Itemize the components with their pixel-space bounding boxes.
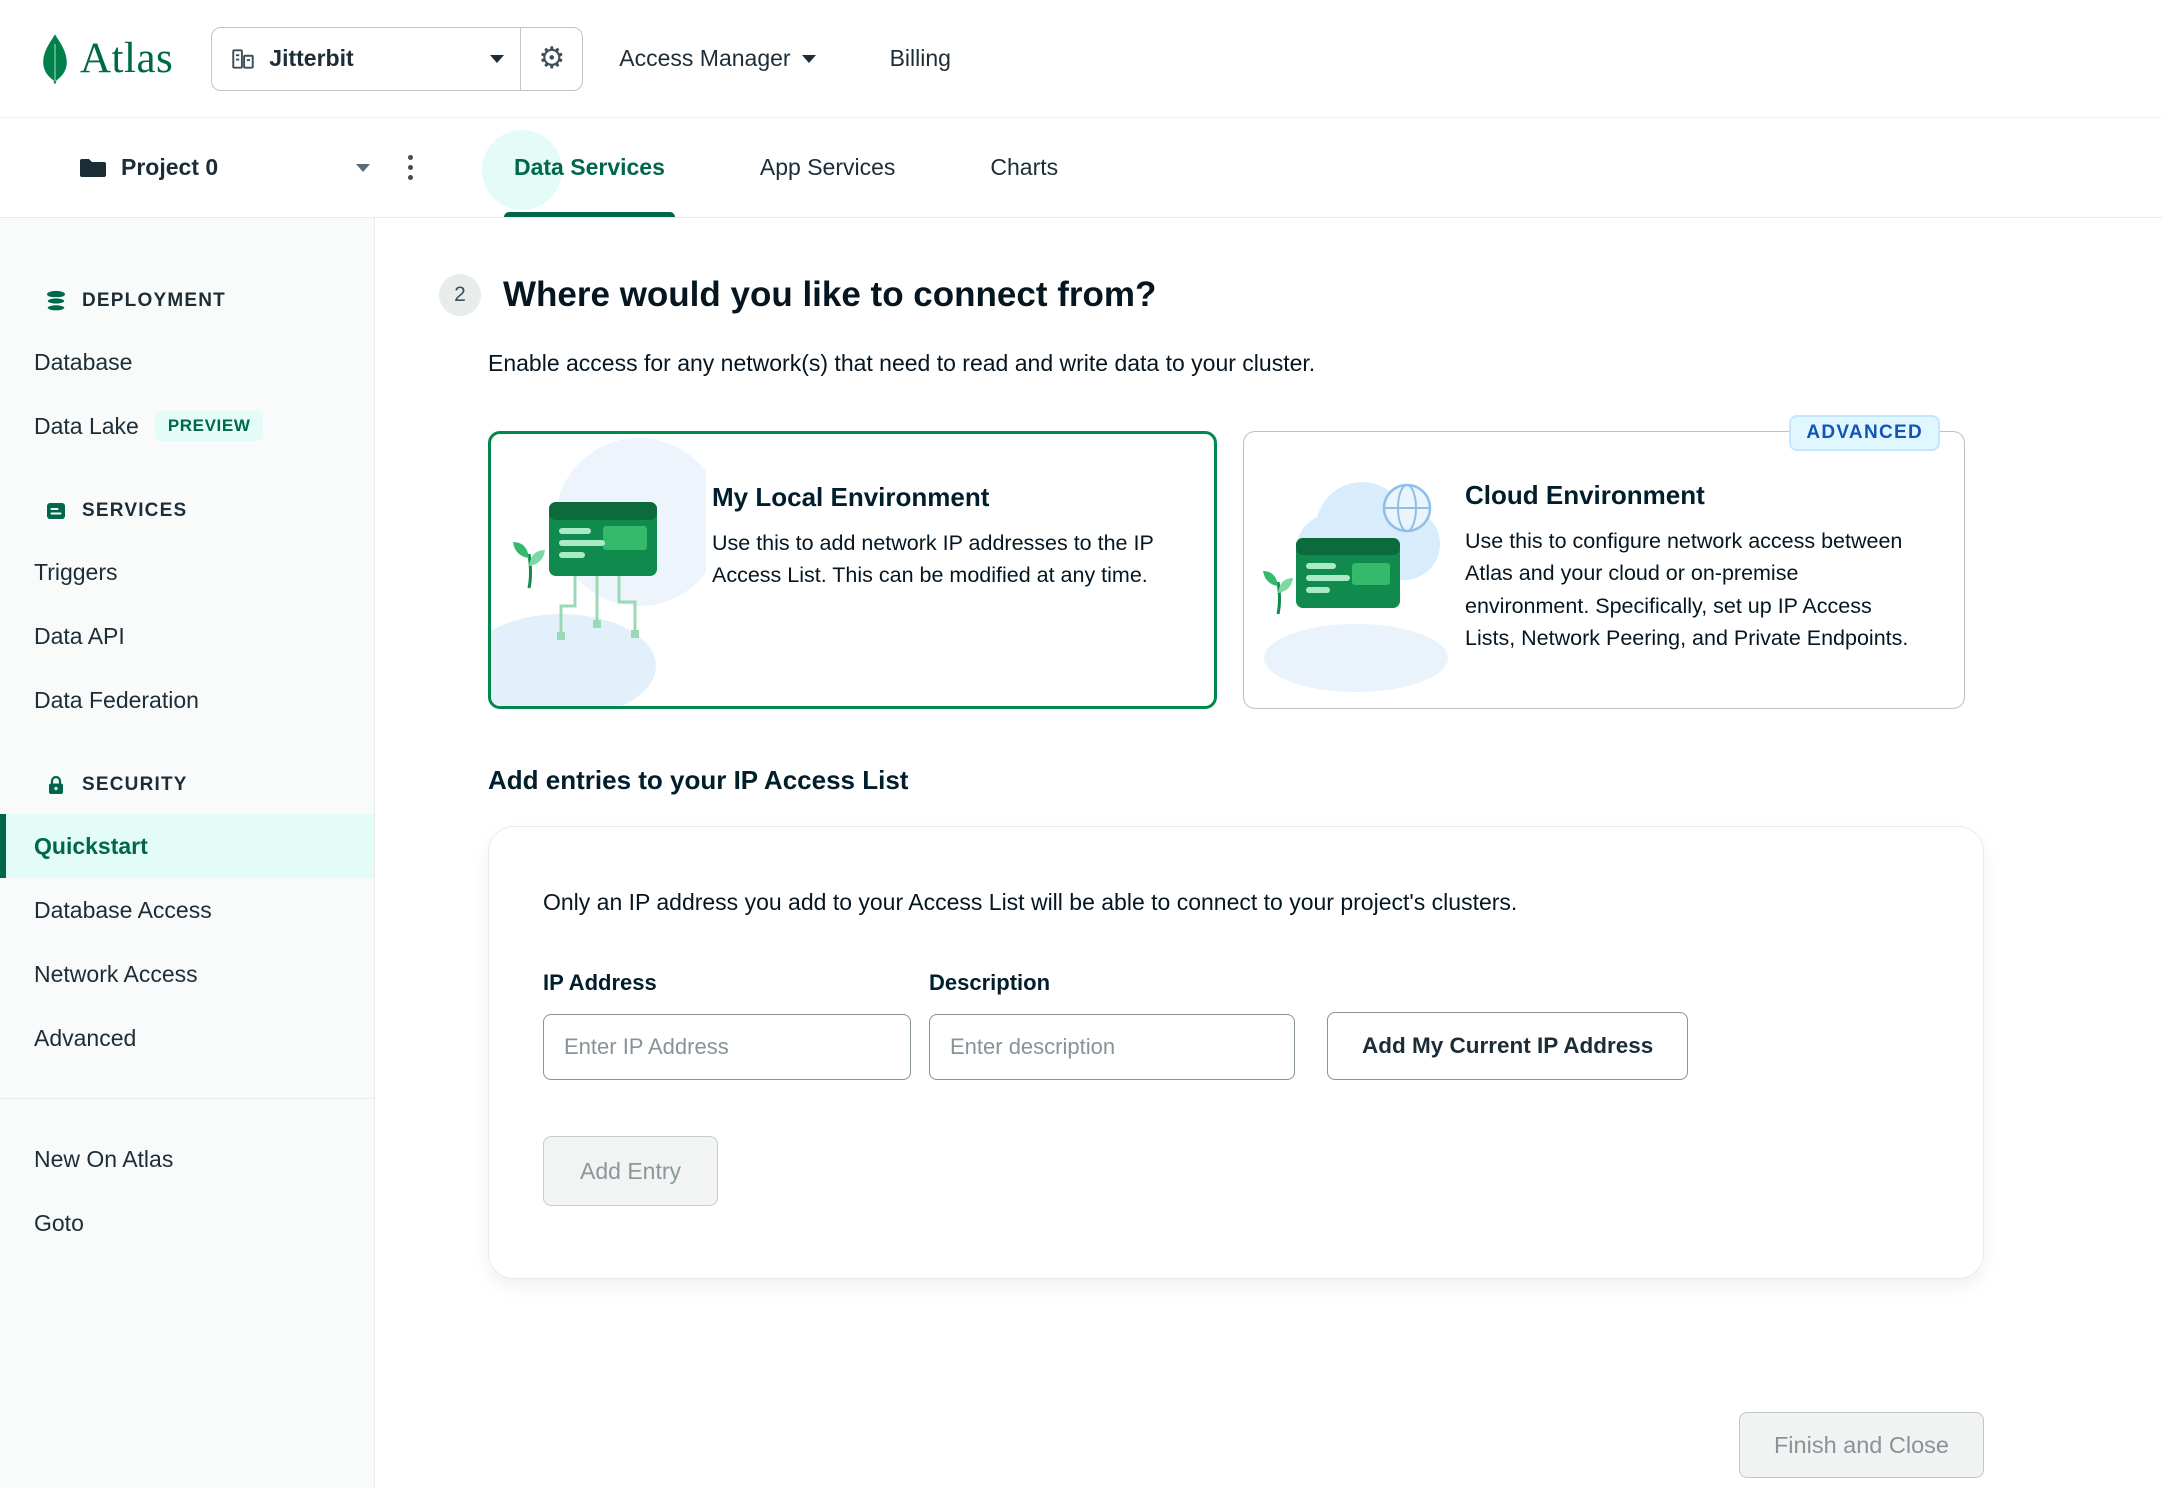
card-title: My Local Environment (712, 482, 990, 512)
org-settings-button[interactable]: ⚙ (520, 27, 582, 90)
card-description: Use this to add network IP addresses to … (712, 531, 1154, 588)
cloud-environment-card[interactable]: ADVANCED Cloud Environment Use this to c… (1243, 415, 1965, 709)
local-environment-illustration (491, 434, 706, 706)
ip-address-input[interactable] (543, 1014, 911, 1080)
gear-icon: ⚙ (538, 40, 566, 76)
description-field-group: Description (929, 970, 1295, 1080)
project-name: Project 0 (121, 154, 219, 180)
environment-cards: My Local Environment Use this to add net… (488, 415, 2162, 709)
description-input[interactable] (929, 1014, 1295, 1080)
atlas-logo[interactable]: Atlas (40, 33, 174, 84)
chevron-down-icon (490, 54, 505, 63)
project-bar: Project 0 Data Services App Services Cha… (0, 118, 2162, 218)
sidebar-section-services: SERVICES Triggers Data API Data Federati… (0, 482, 374, 732)
org-picker: Jitterbit ⚙ (211, 26, 584, 91)
card-title: Cloud Environment (1465, 480, 1705, 510)
chevron-down-icon (356, 163, 370, 172)
sidebar-item-data-api[interactable]: Data API (0, 604, 374, 668)
add-current-ip-button[interactable]: Add My Current IP Address (1327, 1012, 1689, 1080)
page-subtitle: Enable access for any network(s) that ne… (488, 350, 1316, 376)
deployment-section-header: DEPLOYMENT (0, 272, 374, 330)
tab-charts[interactable]: Charts (980, 118, 1068, 217)
step-number-badge: 2 (439, 274, 481, 316)
main-content: 2 Where would you like to connect from? … (375, 218, 2162, 1488)
ip-access-note: Only an IP address you add to your Acces… (543, 889, 1518, 915)
sidebar-item-data-federation[interactable]: Data Federation (0, 668, 374, 732)
ip-access-list-card: Only an IP address you add to your Acces… (488, 826, 1984, 1279)
brand-wordmark: Atlas (80, 35, 174, 82)
organization-icon (232, 48, 255, 69)
sidebar-item-network-access[interactable]: Network Access (0, 942, 374, 1006)
billing-link[interactable]: Billing (890, 45, 951, 72)
services-section-header: SERVICES (0, 482, 374, 540)
mongodb-leaf-icon (43, 33, 67, 84)
local-environment-card[interactable]: My Local Environment Use this to add net… (488, 431, 1217, 709)
chevron-down-icon (801, 54, 816, 63)
sidebar-item-triggers[interactable]: Triggers (0, 540, 374, 604)
org-selector[interactable]: Jitterbit (212, 28, 520, 90)
finish-and-close-button[interactable]: Finish and Close (1738, 1412, 1984, 1478)
tab-data-services[interactable]: Data Services (482, 118, 675, 217)
security-section-header: SECURITY (0, 756, 374, 814)
header-nav: Access Manager Billing (619, 45, 951, 72)
sidebar-item-goto[interactable]: Goto (0, 1191, 374, 1255)
sidebar-item-new-on-atlas[interactable]: New On Atlas (0, 1127, 374, 1191)
product-tabs: Data Services App Services Charts (482, 118, 1068, 217)
sidebar-item-database[interactable]: Database (0, 330, 374, 394)
advanced-badge: ADVANCED (1789, 415, 1940, 451)
lock-icon (49, 775, 63, 794)
page-body: DEPLOYMENT Database Data Lake PREVIEW SE… (0, 218, 2162, 1488)
tab-app-services[interactable]: App Services (750, 118, 906, 217)
project-menu-button[interactable] (402, 147, 419, 189)
step-content: Enable access for any network(s) that ne… (488, 350, 2162, 1478)
stack-icon (46, 290, 66, 312)
sidebar-divider (0, 1098, 374, 1099)
card-description: Use this to configure network access bet… (1465, 529, 1909, 650)
sidebar-item-database-access[interactable]: Database Access (0, 878, 374, 942)
sidebar: DEPLOYMENT Database Data Lake PREVIEW SE… (0, 218, 375, 1488)
sidebar-section-security: SECURITY Quickstart Database Access Netw… (0, 756, 374, 1070)
ip-address-field-group: IP Address (543, 970, 911, 1080)
ip-access-list-heading: Add entries to your IP Access List (488, 765, 909, 795)
ip-entry-form: IP Address Description Add My Current IP… (543, 970, 1929, 1080)
description-label: Description (929, 970, 1051, 995)
org-name: Jitterbit (269, 45, 354, 71)
preview-badge: PREVIEW (154, 411, 264, 441)
access-manager-menu[interactable]: Access Manager (619, 45, 816, 72)
active-tab-underline (504, 212, 675, 217)
cloud-environment-text: Cloud Environment Use this to configure … (1459, 432, 1964, 708)
cloud-environment-illustration (1244, 432, 1459, 708)
step-title-row: 2 Where would you like to connect from? (439, 274, 2162, 316)
ip-address-label: IP Address (543, 970, 657, 995)
sidebar-item-advanced[interactable]: Advanced (0, 1006, 374, 1070)
project-selector[interactable]: Project 0 (78, 154, 370, 181)
page-title: Where would you like to connect from? (503, 275, 1157, 314)
sidebar-item-quickstart[interactable]: Quickstart (0, 814, 374, 878)
app-window-icon (47, 503, 65, 519)
top-header: Atlas Jitterbit ⚙ Access Manager Billing (0, 0, 2162, 118)
local-environment-text: My Local Environment Use this to add net… (706, 434, 1214, 706)
folder-icon (80, 158, 106, 177)
add-entry-button[interactable]: Add Entry (543, 1136, 718, 1206)
sidebar-section-deployment: DEPLOYMENT Database Data Lake PREVIEW (0, 272, 374, 458)
sidebar-item-data-lake[interactable]: Data Lake PREVIEW (0, 394, 374, 458)
